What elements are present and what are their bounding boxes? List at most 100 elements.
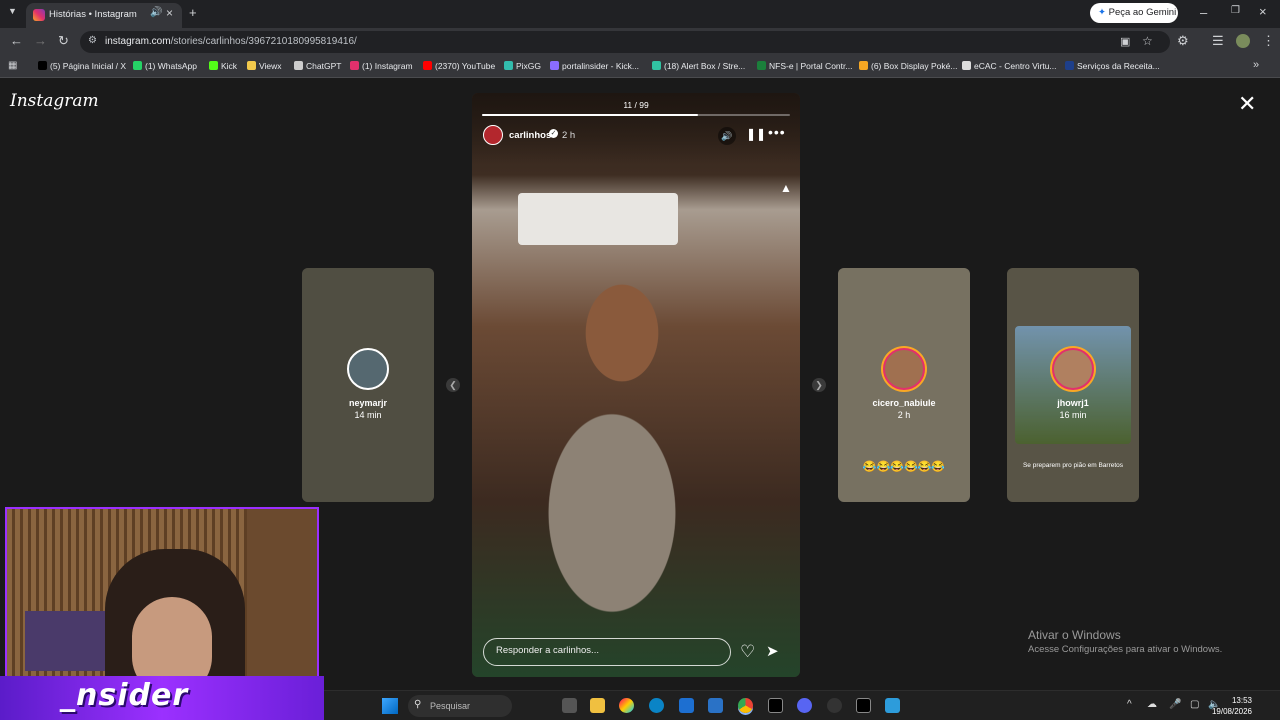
- tab-search-icon[interactable]: ▼: [8, 6, 17, 16]
- pause-icon[interactable]: ❚❚: [746, 127, 766, 141]
- app-icon[interactable]: [856, 698, 871, 713]
- url-text[interactable]: instagram.com/stories/carlinhos/39672101…: [105, 36, 357, 47]
- side-story-time: 14 min: [354, 410, 382, 420]
- network-icon[interactable]: ☁: [1147, 699, 1157, 710]
- story-author-avatar[interactable]: [483, 125, 503, 145]
- bookmark-item[interactable]: NFS-e | Portal Contr...: [757, 61, 852, 71]
- taskbar-search[interactable]: ⚲ Pesquisar: [408, 695, 512, 717]
- more-options-icon[interactable]: •••: [768, 124, 786, 140]
- bookmark-label: NFS-e | Portal Contr...: [769, 61, 853, 71]
- side-story-time: 16 min: [1059, 410, 1087, 420]
- bookmark-item[interactable]: Kick: [209, 61, 237, 71]
- restore-icon[interactable]: ❐: [1231, 5, 1240, 16]
- bookmark-item[interactable]: (5) Página Inicial / X: [38, 61, 126, 71]
- tab-instagram-stories[interactable]: Histórias • Instagram 🔊 ×: [26, 3, 182, 28]
- reload-icon[interactable]: ↻: [58, 33, 69, 49]
- more-bookmarks-icon[interactable]: »: [1253, 59, 1259, 71]
- tab-close-icon[interactable]: ×: [166, 6, 173, 20]
- like-heart-icon[interactable]: ♡: [740, 642, 755, 662]
- bookmark-item[interactable]: ChatGPT: [294, 61, 341, 71]
- side-story-jhowrj1[interactable]: jhowrj1 16 min Se preparem pro pião em B…: [1007, 268, 1139, 502]
- tray-chevron-icon[interactable]: ^: [1127, 699, 1132, 710]
- previous-story-icon[interactable]: ❮: [446, 378, 460, 392]
- bookmark-item[interactable]: Viewx: [247, 61, 282, 71]
- story-progress-fill: [482, 114, 698, 116]
- bookmark-item[interactable]: PixGG: [504, 61, 541, 71]
- tab-audio-icon[interactable]: 🔊: [150, 7, 162, 18]
- bookmark-item[interactable]: (1) WhatsApp: [133, 61, 197, 71]
- file-explorer-icon[interactable]: [590, 698, 605, 713]
- bookmark-favicon-icon: [652, 61, 661, 70]
- windows-start-icon[interactable]: [382, 698, 398, 714]
- url-host: instagram.com: [105, 36, 171, 47]
- bookmark-label: (18) Alert Box / Stre...: [664, 61, 746, 71]
- bookmark-label: Viewx: [259, 61, 282, 71]
- bookmark-favicon-icon: [133, 61, 142, 70]
- apps-grid-icon[interactable]: ▦: [8, 60, 17, 71]
- install-app-icon[interactable]: ▣: [1120, 35, 1130, 48]
- gemini-button[interactable]: ✦ Peça ao Gemini: [1090, 3, 1178, 23]
- search-icon: ⚲: [414, 699, 422, 710]
- window-close-icon[interactable]: ×: [1259, 4, 1267, 19]
- story-main[interactable]: 11 / 99 carlinhos ✓ 2 h 🔊 ❚❚ ••• ♡ ➤: [472, 93, 800, 677]
- capcut-icon[interactable]: [768, 698, 783, 713]
- bookmark-favicon-icon: [859, 61, 868, 70]
- bookmark-favicon-icon: [247, 61, 256, 70]
- side-story-username: cicero_nabiule: [872, 398, 936, 408]
- new-tab-icon[interactable]: +: [189, 5, 197, 20]
- reading-list-icon[interactable]: ☰: [1212, 33, 1224, 49]
- next-story-icon[interactable]: ❯: [812, 378, 826, 392]
- bookmark-label: (6) Box Display Poké...: [871, 61, 958, 71]
- discord-icon[interactable]: [797, 698, 812, 713]
- extensions-icon[interactable]: ⚙: [1177, 33, 1189, 49]
- reply-field[interactable]: [483, 638, 731, 666]
- bookmark-favicon-icon: [504, 61, 513, 70]
- profile-avatar[interactable]: [1236, 34, 1250, 48]
- bookmark-item[interactable]: eCAC - Centro Virtu...: [962, 61, 1057, 71]
- bookmark-item[interactable]: Serviços da Receita...: [1065, 61, 1160, 71]
- side-story-neymarjr[interactable]: neymarjr 14 min: [302, 268, 434, 502]
- share-send-icon[interactable]: ➤: [766, 642, 779, 660]
- minimize-icon[interactable]: –: [1200, 5, 1207, 20]
- side-story-cicero-nabiule[interactable]: cicero_nabiule 2 h 😂😂😂😂😂😂: [838, 268, 970, 502]
- back-icon[interactable]: ←: [10, 33, 23, 48]
- instagram-favicon-icon: [33, 9, 45, 21]
- url-path: /stories/carlinhos/3967210180995819416/: [170, 36, 357, 47]
- taskbar-search-label: Pesquisar: [430, 701, 471, 711]
- bookmark-star-icon[interactable]: ☆: [1142, 34, 1153, 48]
- calendar-app-icon[interactable]: [885, 698, 900, 713]
- stream-banner: _nsider: [0, 676, 324, 720]
- outlook-icon[interactable]: [708, 698, 723, 713]
- browser-menu-icon[interactable]: ⋮: [1262, 33, 1275, 49]
- copilot-icon[interactable]: [619, 698, 634, 713]
- forward-icon[interactable]: →: [34, 33, 47, 48]
- bookmark-favicon-icon: [962, 61, 971, 70]
- chrome-icon[interactable]: [738, 698, 753, 713]
- bookmark-label: (2370) YouTube: [435, 61, 496, 71]
- instagram-logo[interactable]: Instagram: [10, 91, 99, 111]
- site-info-icon[interactable]: ⚙: [88, 35, 97, 46]
- edge-icon[interactable]: [649, 698, 664, 713]
- bookmark-label: (1) WhatsApp: [145, 61, 197, 71]
- avatar: [883, 348, 925, 390]
- bookmark-item[interactable]: (2370) YouTube: [423, 61, 495, 71]
- store-icon[interactable]: [679, 698, 694, 713]
- story-counter: 11 / 99: [623, 100, 649, 110]
- bookmark-favicon-icon: [550, 61, 559, 70]
- address-bar[interactable]: ⚙ instagram.com/stories/carlinhos/396721…: [80, 31, 1170, 53]
- close-viewer-icon[interactable]: ✕: [1238, 93, 1256, 115]
- tab-title: Histórias • Instagram: [49, 9, 137, 20]
- stream-banner-text: _nsider: [60, 678, 189, 713]
- taskbar-clock[interactable]: 13:53 19/08/2026: [1170, 695, 1252, 717]
- bookmark-item[interactable]: (18) Alert Box / Stre...: [652, 61, 745, 71]
- obs-icon[interactable]: [827, 698, 842, 713]
- bookmarks-bar: ▦ (5) Página Inicial / X (1) WhatsApp Kick…: [0, 56, 1280, 78]
- bookmark-item[interactable]: (6) Box Display Poké...: [859, 61, 957, 71]
- task-view-icon[interactable]: [562, 698, 577, 713]
- bookmark-label: (1) Instagram: [362, 61, 413, 71]
- sound-icon[interactable]: 🔊: [718, 127, 736, 145]
- story-author-username[interactable]: carlinhos: [509, 130, 551, 141]
- bookmark-item[interactable]: (1) Instagram: [350, 61, 413, 71]
- bookmark-item[interactable]: portalinsider - Kick...: [550, 61, 639, 71]
- reply-input[interactable]: [496, 645, 716, 656]
